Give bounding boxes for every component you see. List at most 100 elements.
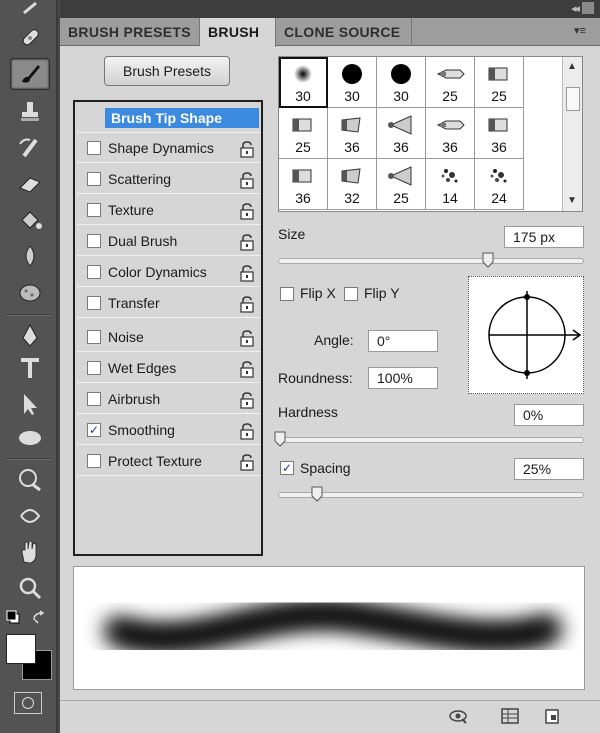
lock-icon[interactable]	[238, 140, 256, 158]
size-field[interactable]: 175 px	[504, 226, 584, 248]
spacing-slider-track[interactable]	[278, 492, 584, 498]
angle-field[interactable]: 0°	[368, 330, 438, 352]
scroll-down-icon[interactable]: ▼	[567, 195, 577, 206]
brush-presets-button[interactable]: Brush Presets	[104, 56, 230, 86]
option-row-texture[interactable]: Texture	[77, 197, 260, 225]
option-checkbox[interactable]	[87, 234, 101, 248]
lock-icon[interactable]	[238, 264, 256, 282]
grid-view-icon[interactable]	[500, 707, 520, 725]
hardness-field[interactable]: 0%	[514, 404, 584, 426]
hard-round-tip-icon	[377, 61, 425, 87]
quick-mask-icon[interactable]	[14, 692, 42, 714]
brush-tip-pen[interactable]: 25	[426, 57, 475, 108]
brush-icon[interactable]	[10, 58, 50, 90]
zoom-icon[interactable]	[10, 572, 50, 604]
brush-tip-flat[interactable]: 36	[475, 108, 524, 159]
eraser-icon[interactable]	[10, 168, 50, 200]
panel-menu-icon[interactable]: ▾≡	[574, 24, 594, 38]
option-checkbox[interactable]	[87, 361, 101, 375]
option-row-transfer[interactable]: Transfer	[77, 290, 260, 318]
brush-tip-flat[interactable]: 25	[279, 108, 328, 159]
tab-brush-presets[interactable]: BRUSH PRESETS	[60, 18, 200, 46]
blur-icon[interactable]	[10, 240, 50, 272]
default-colors-icon[interactable]	[6, 610, 20, 624]
tab-clone-source[interactable]: CLONE SOURCE	[276, 18, 412, 46]
option-row-smoothing[interactable]: ✓ Smoothing	[77, 417, 260, 445]
brush-tip-hard-round[interactable]: 30	[328, 57, 377, 108]
type-icon[interactable]	[10, 352, 50, 384]
collapse-icon[interactable]: ◂◂	[571, 2, 580, 15]
pen-icon[interactable]	[10, 320, 50, 352]
option-checkbox[interactable]	[87, 141, 101, 155]
lock-icon[interactable]	[238, 171, 256, 189]
brush-tip-scatter[interactable]: 14	[426, 159, 475, 210]
brush-tip-fan[interactable]: 36	[377, 108, 426, 159]
option-row-scattering[interactable]: Scattering	[77, 166, 260, 194]
grid-scrollbar[interactable]: ▲ ▼	[562, 57, 582, 211]
option-row-color-dynamics[interactable]: Color Dynamics	[77, 259, 260, 287]
tool-arrow-icon[interactable]	[10, 0, 50, 16]
size-slider-thumb[interactable]	[482, 252, 494, 268]
hardness-slider-thumb[interactable]	[274, 431, 286, 447]
brush-tip-soft-round[interactable]: 30	[279, 57, 328, 108]
paint-bucket-icon[interactable]	[10, 204, 50, 236]
selection-arrow-icon[interactable]	[10, 388, 50, 420]
option-checkbox[interactable]	[87, 454, 101, 468]
lock-icon[interactable]	[238, 202, 256, 220]
brush-tip-flat[interactable]: 36	[279, 159, 328, 210]
new-preset-icon[interactable]	[542, 707, 562, 725]
swap-colors-icon[interactable]	[32, 610, 48, 624]
brush-tip-pen[interactable]: 36	[426, 108, 475, 159]
option-row-wet-edges[interactable]: Wet Edges	[77, 355, 260, 383]
spacing-slider-thumb[interactable]	[311, 486, 323, 502]
foreground-color-swatch[interactable]	[6, 634, 36, 664]
option-checkbox[interactable]	[87, 172, 101, 186]
roundness-field[interactable]: 100%	[368, 367, 438, 389]
spacing-field[interactable]: 25%	[514, 458, 584, 480]
3d-orbit-icon[interactable]	[10, 500, 50, 532]
brush-tip-fan[interactable]: 25	[377, 159, 426, 210]
option-checkbox[interactable]	[87, 265, 101, 279]
option-checkbox[interactable]	[87, 392, 101, 406]
lock-icon[interactable]	[238, 329, 256, 347]
lock-icon[interactable]	[238, 233, 256, 251]
lock-icon[interactable]	[238, 360, 256, 378]
healing-brush-icon[interactable]	[10, 22, 50, 54]
option-checkbox[interactable]	[87, 330, 101, 344]
option-checkbox[interactable]	[87, 296, 101, 310]
option-row-dual-brush[interactable]: Dual Brush	[77, 228, 260, 256]
close-icon[interactable]	[582, 2, 594, 14]
history-brush-icon[interactable]	[10, 132, 50, 164]
sponge-icon[interactable]	[10, 276, 50, 308]
lock-icon[interactable]	[238, 391, 256, 409]
lock-icon[interactable]	[238, 422, 256, 440]
lock-icon[interactable]	[238, 295, 256, 313]
brush-tip-angled[interactable]: 36	[328, 108, 377, 159]
flip-x-checkbox[interactable]	[280, 287, 294, 301]
3d-rotate-icon[interactable]	[10, 464, 50, 496]
toggle-live-tip-icon[interactable]	[448, 707, 468, 725]
hardness-slider-track[interactable]	[278, 437, 584, 443]
option-checkbox[interactable]	[87, 203, 101, 217]
brush-tip-hard-round[interactable]: 30	[377, 57, 426, 108]
ellipse-icon[interactable]	[10, 422, 50, 454]
size-slider-track[interactable]	[278, 258, 584, 264]
option-row-brush-tip-shape[interactable]: Brush Tip Shape	[77, 105, 260, 133]
stamp-icon[interactable]	[10, 96, 50, 128]
option-row-shape-dynamics[interactable]: Shape Dynamics	[77, 135, 260, 163]
brush-tip-flat[interactable]: 25	[475, 57, 524, 108]
lock-icon[interactable]	[238, 453, 256, 471]
brush-tip-scatter[interactable]: 24	[475, 159, 524, 210]
option-row-airbrush[interactable]: Airbrush	[77, 386, 260, 414]
tab-brush[interactable]: BRUSH	[200, 18, 276, 47]
flip-y-checkbox[interactable]	[344, 287, 358, 301]
option-row-protect-texture[interactable]: Protect Texture	[77, 448, 260, 476]
brush-angle-preview[interactable]	[468, 276, 584, 394]
spacing-checkbox[interactable]: ✓	[280, 461, 294, 475]
scroll-thumb[interactable]	[566, 87, 580, 111]
option-row-noise[interactable]: Noise	[77, 324, 260, 352]
scroll-up-icon[interactable]: ▲	[567, 61, 577, 72]
brush-tip-angled[interactable]: 32	[328, 159, 377, 210]
hand-icon[interactable]	[10, 536, 50, 568]
option-checkbox[interactable]: ✓	[87, 423, 101, 437]
